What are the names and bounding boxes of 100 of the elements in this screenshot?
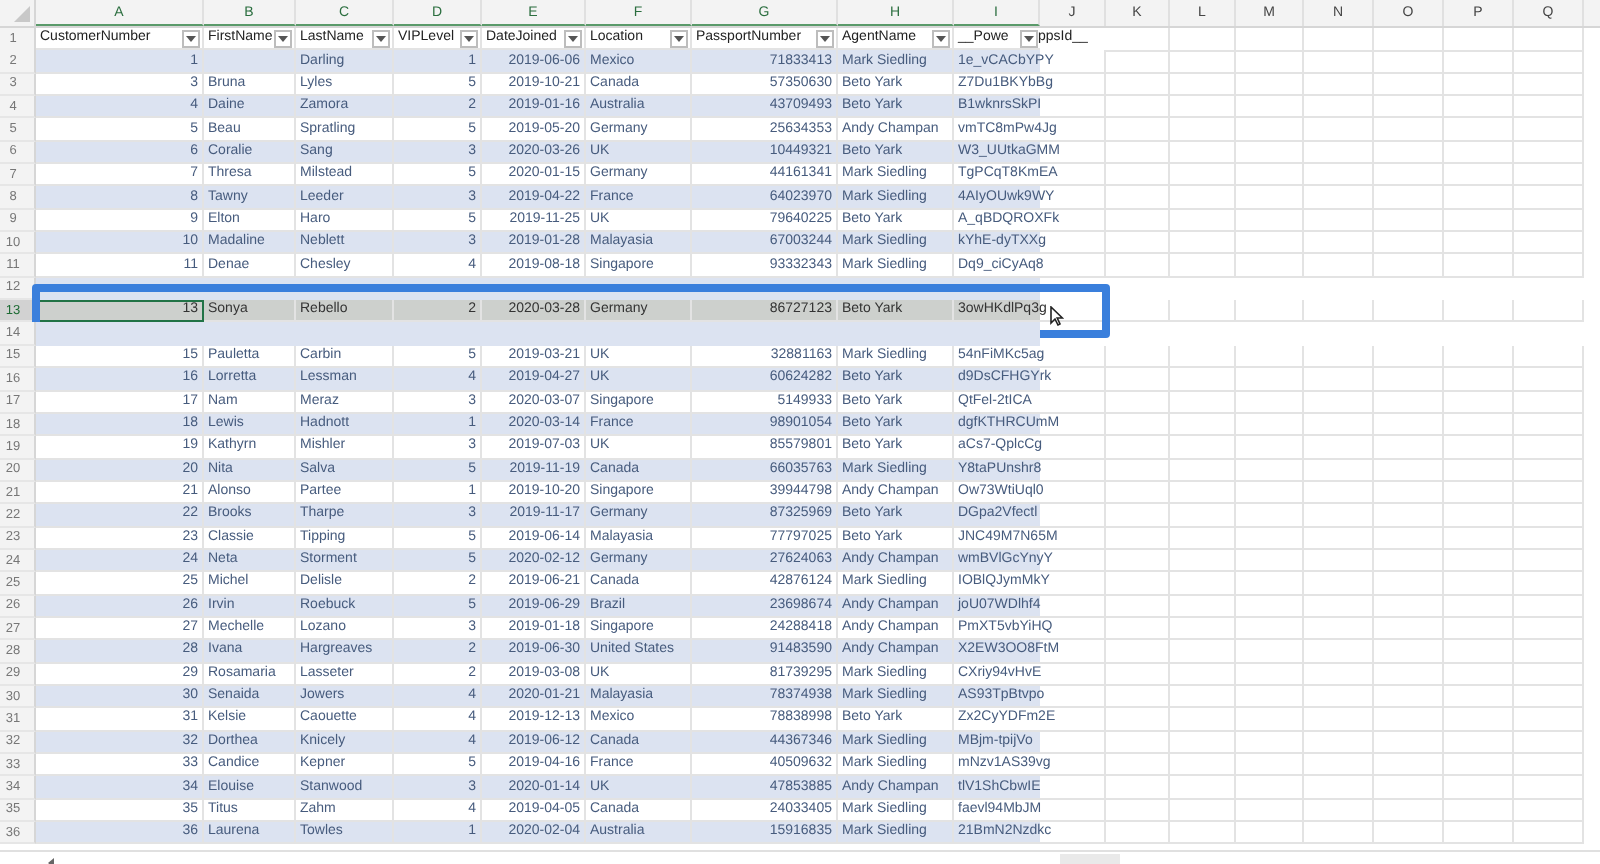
- empty-cell[interactable]: [1514, 640, 1584, 664]
- empty-cell[interactable]: [1304, 504, 1374, 528]
- empty-cell[interactable]: [1304, 436, 1374, 460]
- empty-cell[interactable]: [1444, 595, 1514, 618]
- empty-cell[interactable]: [1514, 459, 1584, 482]
- filter-button[interactable]: [182, 30, 200, 48]
- empty-cell[interactable]: [1170, 776, 1236, 800]
- empty-cell[interactable]: [1444, 776, 1514, 800]
- empty-cell[interactable]: [1170, 595, 1236, 618]
- empty-cell[interactable]: [1236, 754, 1304, 777]
- filter-button[interactable]: [1020, 30, 1038, 48]
- empty-cell[interactable]: [1304, 640, 1374, 664]
- empty-cell[interactable]: [1106, 481, 1170, 505]
- empty-cell[interactable]: [1514, 164, 1584, 187]
- filter-button[interactable]: [564, 30, 582, 48]
- empty-cell[interactable]: [1236, 391, 1304, 414]
- empty-cell[interactable]: [1170, 254, 1236, 278]
- empty-cell[interactable]: [1374, 254, 1444, 278]
- empty-cell[interactable]: [1106, 368, 1170, 391]
- empty-cell[interactable]: [1170, 164, 1236, 187]
- empty-cell[interactable]: [1236, 799, 1304, 823]
- empty-cell[interactable]: [1106, 595, 1170, 618]
- empty-cell[interactable]: [1374, 209, 1444, 233]
- empty-cell[interactable]: [1514, 822, 1584, 845]
- empty-cell[interactable]: [1236, 345, 1304, 369]
- empty-cell[interactable]: [1106, 663, 1170, 686]
- empty-cell[interactable]: [1374, 504, 1444, 528]
- empty-cell[interactable]: [1304, 391, 1374, 414]
- empty-cell[interactable]: [1304, 50, 1374, 74]
- empty-cell[interactable]: [1444, 617, 1514, 641]
- empty-cell[interactable]: [1304, 232, 1374, 255]
- empty-cell[interactable]: [1374, 640, 1444, 664]
- empty-cell[interactable]: [1236, 368, 1304, 391]
- empty-cell[interactable]: [1374, 731, 1444, 754]
- empty-cell[interactable]: [1444, 413, 1514, 437]
- empty-cell[interactable]: [1514, 799, 1584, 823]
- empty-cell[interactable]: [1304, 549, 1374, 573]
- empty-cell[interactable]: [1444, 391, 1514, 414]
- empty-cell[interactable]: [1106, 776, 1170, 800]
- empty-cell[interactable]: [1514, 708, 1584, 732]
- filter-button[interactable]: [274, 30, 292, 48]
- empty-cell[interactable]: [1444, 345, 1514, 369]
- empty-cell[interactable]: [1236, 527, 1304, 550]
- empty-cell[interactable]: [1514, 617, 1584, 641]
- empty-cell[interactable]: [1444, 754, 1514, 777]
- empty-cell[interactable]: [1304, 685, 1374, 709]
- empty-cell[interactable]: [1106, 164, 1170, 187]
- empty-cell[interactable]: [1514, 209, 1584, 233]
- empty-cell[interactable]: [1514, 50, 1584, 74]
- empty-cell[interactable]: [1304, 413, 1374, 437]
- empty-cell[interactable]: [1374, 118, 1444, 142]
- empty-cell[interactable]: [1236, 549, 1304, 573]
- empty-cell[interactable]: [1170, 459, 1236, 482]
- empty-cell[interactable]: [1236, 504, 1304, 528]
- empty-cell[interactable]: [1374, 708, 1444, 732]
- empty-cell[interactable]: [1304, 28, 1374, 52]
- empty-cell[interactable]: [1170, 663, 1236, 686]
- empty-cell[interactable]: [1444, 504, 1514, 528]
- empty-cell[interactable]: [1236, 459, 1304, 482]
- empty-cell[interactable]: [1304, 300, 1374, 323]
- empty-cell[interactable]: [1304, 595, 1374, 618]
- empty-cell[interactable]: [1304, 617, 1374, 641]
- empty-cell[interactable]: [1106, 527, 1170, 550]
- empty-cell[interactable]: [1170, 617, 1236, 641]
- empty-cell[interactable]: [1106, 28, 1170, 52]
- empty-cell[interactable]: [1106, 504, 1170, 528]
- empty-cell[interactable]: [1514, 776, 1584, 800]
- empty-cell[interactable]: [1304, 754, 1374, 777]
- empty-cell[interactable]: [1514, 96, 1584, 119]
- empty-cell[interactable]: [1444, 708, 1514, 732]
- empty-cell[interactable]: [1304, 96, 1374, 119]
- empty-cell[interactable]: [1106, 436, 1170, 460]
- empty-cell[interactable]: [1444, 141, 1514, 165]
- empty-cell[interactable]: [1304, 164, 1374, 187]
- empty-cell[interactable]: [1236, 232, 1304, 255]
- empty-cell[interactable]: [1170, 141, 1236, 165]
- empty-cell[interactable]: [1444, 822, 1514, 845]
- empty-cell[interactable]: [1236, 118, 1304, 142]
- empty-cell[interactable]: [1444, 663, 1514, 686]
- empty-cell[interactable]: [1236, 186, 1304, 210]
- empty-cell[interactable]: [1444, 186, 1514, 210]
- empty-cell[interactable]: [1106, 640, 1170, 664]
- empty-cell[interactable]: [1374, 663, 1444, 686]
- empty-cell[interactable]: [1514, 141, 1584, 165]
- empty-cell[interactable]: [1106, 731, 1170, 754]
- empty-cell[interactable]: [1304, 73, 1374, 97]
- empty-cell[interactable]: [1444, 73, 1514, 97]
- filter-button[interactable]: [816, 30, 834, 48]
- empty-cell[interactable]: [1514, 254, 1584, 278]
- filter-button[interactable]: [670, 30, 688, 48]
- empty-cell[interactable]: [1304, 254, 1374, 278]
- empty-cell[interactable]: [1374, 186, 1444, 210]
- empty-cell[interactable]: [1374, 141, 1444, 165]
- empty-cell[interactable]: [1170, 345, 1236, 369]
- empty-cell[interactable]: [1236, 595, 1304, 618]
- empty-cell[interactable]: [1514, 232, 1584, 255]
- empty-cell[interactable]: [1514, 663, 1584, 686]
- empty-cell[interactable]: [1444, 50, 1514, 74]
- empty-cell[interactable]: [1170, 300, 1236, 323]
- empty-cell[interactable]: [1106, 209, 1170, 233]
